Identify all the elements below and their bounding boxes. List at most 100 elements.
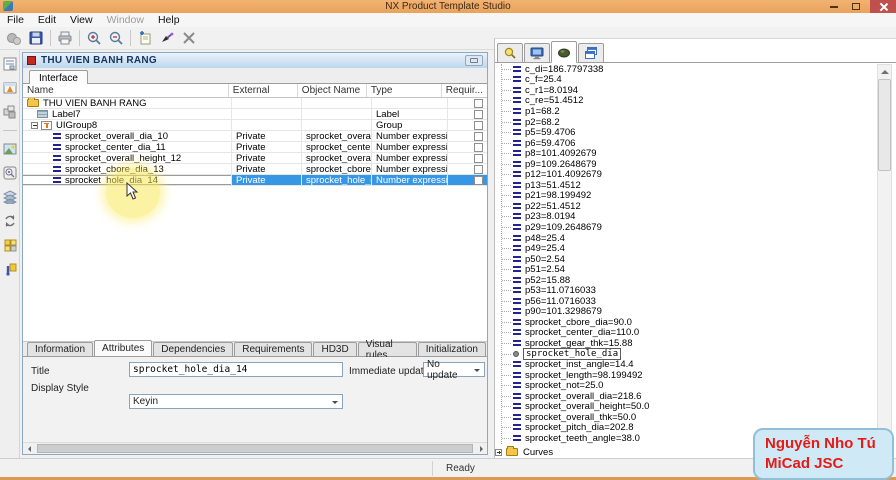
column-required[interactable]: Requir...: [440, 84, 487, 97]
pin-icon[interactable]: [2, 261, 18, 277]
expression-item[interactable]: p9=109.2648679: [502, 159, 871, 170]
expression-item[interactable]: sprocket_inst_angle=14.4: [502, 359, 871, 370]
scroll-right-icon[interactable]: [475, 444, 487, 454]
expression-item[interactable]: sprocket_center_dia=110.0: [502, 327, 871, 338]
save-icon[interactable]: [25, 28, 47, 48]
required-checkbox[interactable]: [474, 98, 483, 108]
search-tab-icon[interactable]: [497, 43, 523, 63]
expression-item[interactable]: p12=101.4092679: [502, 169, 871, 180]
expression-item[interactable]: sprocket_length=98.199492: [502, 370, 871, 381]
table-row[interactable]: sprocket_center_dia_11 Private sprocket_…: [23, 142, 487, 153]
table-row[interactable]: sprocket_overall_height_12 Private sproc…: [23, 153, 487, 164]
scrollbar-thumb[interactable]: [37, 444, 473, 453]
expression-item[interactable]: sprocket_not=25.0: [502, 380, 871, 391]
refresh-icon[interactable]: [2, 213, 18, 229]
expand-icon[interactable]: [495, 448, 502, 456]
mouse-tab-icon[interactable]: [551, 41, 577, 63]
new-item-icon[interactable]: [134, 28, 156, 48]
tab-information[interactable]: Information: [27, 342, 94, 356]
menu-view[interactable]: View: [63, 14, 100, 26]
dialog-icon[interactable]: [2, 80, 18, 96]
expression-item[interactable]: c_di=186.7797338: [502, 64, 871, 75]
expression-item[interactable]: sprocket_overall_dia=218.6: [502, 391, 871, 402]
collapse-icon[interactable]: [31, 121, 38, 129]
zoom-out-icon[interactable]: [105, 28, 127, 48]
expression-item[interactable]: sprocket_overall_thk=50.0: [502, 412, 871, 423]
horizontal-scrollbar[interactable]: [23, 442, 487, 454]
minimize-button[interactable]: [824, 0, 844, 13]
tab-dependencies[interactable]: Dependencies: [153, 342, 234, 356]
column-external[interactable]: External: [227, 84, 297, 97]
zoom-in-icon[interactable]: [83, 28, 105, 48]
display-style-dropdown[interactable]: Keyin: [129, 394, 343, 409]
monitor-tab-icon[interactable]: [524, 43, 550, 63]
table-row[interactable]: sprocket_overall_dia_10 Private sprocket…: [23, 131, 487, 142]
print-icon[interactable]: [54, 28, 76, 48]
table-row-selected[interactable]: sprocket_hole_dia_14 Private sprocket_ho…: [23, 175, 487, 186]
expression-item[interactable]: p5=59.4706: [502, 127, 871, 138]
restore-window-button[interactable]: [465, 55, 483, 66]
expression-item[interactable]: p48=25.4: [502, 233, 871, 244]
expression-item[interactable]: p8=101.4092679: [502, 148, 871, 159]
table-row[interactable]: sprocket_cbore_dia_13 Private sprocket_c…: [23, 164, 487, 175]
expression-item[interactable]: p90=101.3298679: [502, 306, 871, 317]
expression-item[interactable]: p2=68.2: [502, 117, 871, 128]
table-row[interactable]: THU VIEN BANH RANG: [23, 98, 487, 109]
image-icon[interactable]: [2, 141, 18, 157]
expression-item[interactable]: p53=11.0716033: [502, 285, 871, 296]
menu-help[interactable]: Help: [151, 14, 187, 26]
tab-requirements[interactable]: Requirements: [234, 342, 313, 356]
delete-icon[interactable]: [178, 28, 200, 48]
expression-item[interactable]: p56=11.0716033: [502, 296, 871, 307]
expression-item[interactable]: p50=2.54: [502, 254, 871, 265]
gears-icon[interactable]: [3, 28, 25, 48]
expression-item[interactable]: sprocket_overall_height=50.0: [502, 401, 871, 412]
tab-initialization[interactable]: Initialization: [417, 342, 486, 356]
column-object-name[interactable]: Object Name: [296, 84, 366, 97]
form-icon[interactable]: [2, 56, 18, 72]
column-name[interactable]: Name: [23, 84, 228, 97]
blocks-icon[interactable]: [2, 104, 18, 120]
expression-item[interactable]: p6=59.4706: [502, 138, 871, 149]
tab-hd3d[interactable]: HD3D: [313, 342, 357, 356]
expression-item[interactable]: p52=15.88: [502, 275, 871, 286]
expression-item[interactable]: c_f=25.4: [502, 74, 871, 85]
required-checkbox[interactable]: [474, 142, 483, 152]
scroll-up-icon[interactable]: [878, 65, 891, 78]
grid-blocks-icon[interactable]: [2, 237, 18, 253]
tab-interface[interactable]: Interface: [29, 70, 88, 85]
required-checkbox[interactable]: [474, 164, 483, 174]
expression-item[interactable]: p23=8.0194: [502, 211, 871, 222]
vertical-scrollbar[interactable]: [877, 64, 892, 456]
expression-item[interactable]: sprocket_hole_dia: [502, 348, 871, 361]
maximize-button[interactable]: [846, 0, 866, 13]
required-checkbox[interactable]: [474, 109, 483, 119]
layers-icon[interactable]: [2, 189, 18, 205]
menu-edit[interactable]: Edit: [31, 14, 63, 26]
table-row[interactable]: UIGroup8 Group: [23, 120, 487, 131]
scrollbar-thumb[interactable]: [878, 79, 891, 171]
expression-item[interactable]: sprocket_cbore_dia=90.0: [502, 317, 871, 328]
wand-icon[interactable]: [156, 28, 178, 48]
expression-item[interactable]: c_r1=8.0194: [502, 85, 871, 96]
tab-visual-rules[interactable]: Visual rules: [357, 339, 417, 361]
column-type[interactable]: Type: [365, 84, 441, 97]
expression-item[interactable]: p22=51.4512: [502, 201, 871, 212]
curves-node[interactable]: Curves: [495, 446, 553, 458]
required-checkbox[interactable]: [474, 120, 483, 130]
expression-item[interactable]: p13=51.4512: [502, 180, 871, 191]
close-button[interactable]: [870, 0, 896, 13]
required-checkbox[interactable]: [474, 131, 483, 141]
table-row[interactable]: Label7 Label: [23, 109, 487, 120]
expression-item[interactable]: p21=98.199492: [502, 190, 871, 201]
windows-tab-icon[interactable]: [578, 43, 604, 63]
expression-item[interactable]: p29=109.2648679: [502, 222, 871, 233]
expression-item[interactable]: c_re=51.4512: [502, 95, 871, 106]
tab-attributes[interactable]: Attributes: [94, 340, 153, 356]
required-checkbox[interactable]: [474, 153, 483, 163]
scroll-left-icon[interactable]: [23, 444, 35, 454]
zoom-box-icon[interactable]: [2, 165, 18, 181]
menu-file[interactable]: File: [0, 14, 31, 26]
immediate-update-dropdown[interactable]: No update: [423, 359, 485, 381]
required-checkbox[interactable]: [474, 175, 483, 185]
